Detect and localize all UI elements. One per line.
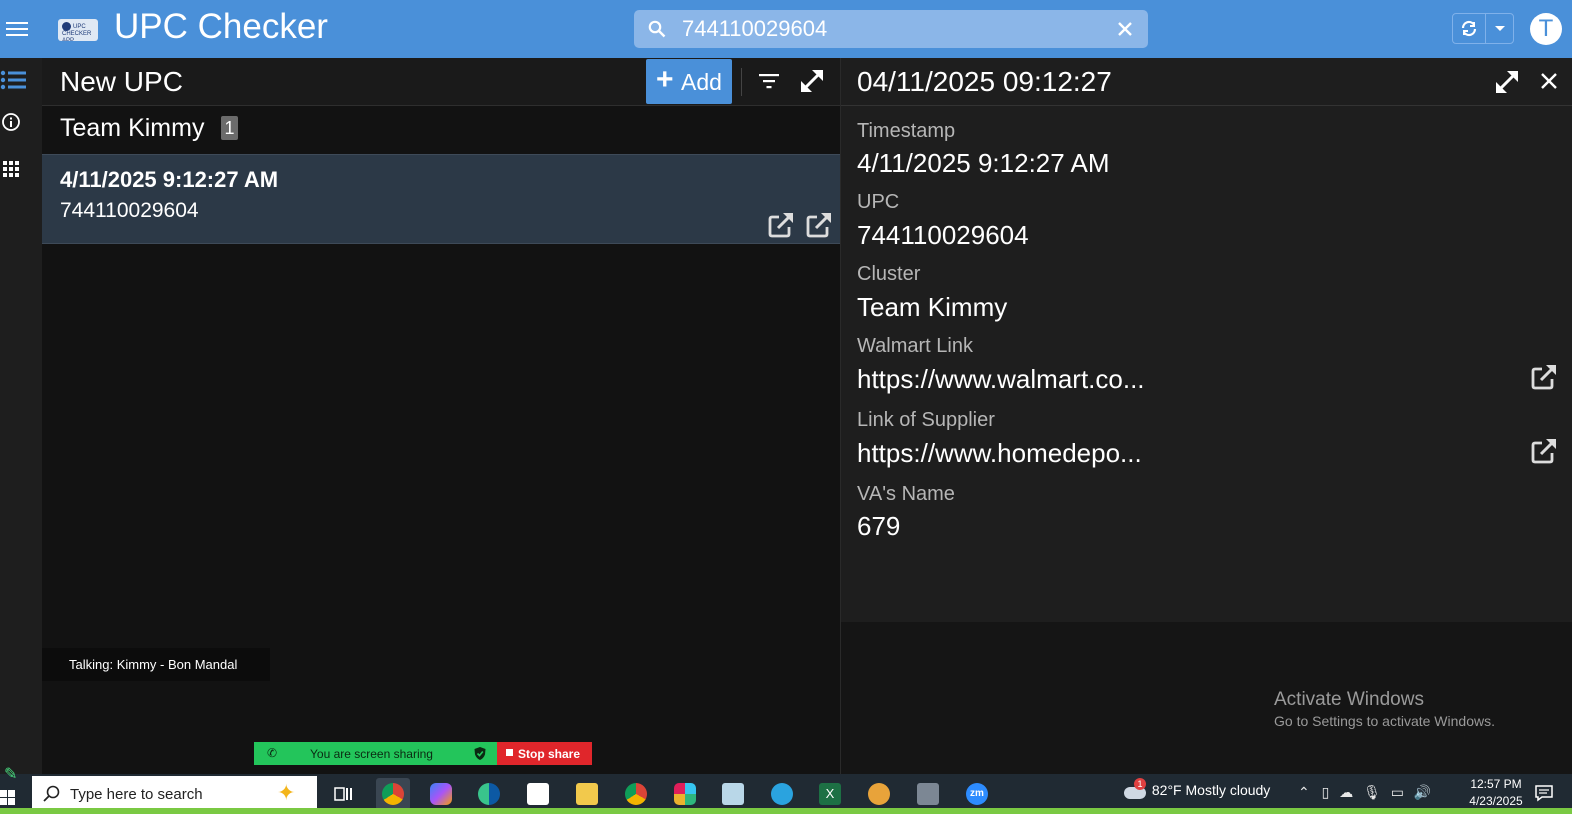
- network-icon[interactable]: ▭: [1391, 784, 1404, 800]
- search-icon: [43, 785, 60, 802]
- sharing-text: You are screen sharing: [310, 747, 433, 761]
- excel-icon[interactable]: X: [813, 778, 847, 810]
- activate-windows-watermark: Activate Windows Go to Settings to activ…: [1274, 689, 1495, 729]
- search-box[interactable]: [634, 10, 1148, 48]
- calculator-icon[interactable]: [911, 778, 945, 810]
- timestamp-value: 4/11/2025 9:12:27 AM: [857, 148, 1110, 178]
- clear-search-icon[interactable]: [1116, 20, 1134, 38]
- filter-icon[interactable]: [758, 70, 780, 92]
- file-explorer-icon[interactable]: [570, 778, 604, 810]
- search-input[interactable]: [682, 15, 1102, 43]
- volume-icon[interactable]: 🔊: [1414, 784, 1431, 800]
- shield-icon: [474, 747, 486, 760]
- app-logo: UPC CHECKER APP: [58, 19, 98, 41]
- talking-indicator: Talking: Kimmy - Bon Mandal: [42, 648, 270, 681]
- watermark-line1: Activate Windows: [1274, 689, 1424, 710]
- sparkle-icon: ✦: [277, 780, 296, 805]
- system-tray[interactable]: ⌃ ▯ ☁ 🎙 ▭ 🔊: [1298, 784, 1431, 801]
- taskbar-search-text: Type here to search: [70, 786, 203, 803]
- slack-icon[interactable]: [668, 778, 702, 810]
- clock-time: 12:57 PM: [1470, 777, 1522, 791]
- copilot-icon[interactable]: [424, 778, 458, 810]
- external-link-icon[interactable]: [1529, 436, 1559, 466]
- expand-icon[interactable]: [798, 67, 826, 95]
- add-button[interactable]: + Add: [646, 59, 732, 104]
- taskbar-search[interactable]: Type here to search ✦: [32, 776, 317, 810]
- expand-icon[interactable]: [1493, 68, 1521, 96]
- apps-grid-icon[interactable]: [2, 158, 22, 178]
- weather-cloud-icon: 1: [1122, 778, 1148, 800]
- weather-text: 82°F Mostly cloudy: [1151, 782, 1271, 798]
- user-avatar[interactable]: T: [1530, 13, 1562, 45]
- edge-icon[interactable]: [472, 778, 506, 810]
- app-title: UPC Checker: [114, 7, 328, 46]
- cluster-value: Team Kimmy: [857, 292, 1008, 322]
- screen-share-bar: ✆ You are screen sharing Stop share: [254, 742, 592, 765]
- add-button-label: Add: [681, 69, 722, 95]
- store-icon[interactable]: [521, 778, 555, 810]
- plus-icon: +: [656, 63, 674, 96]
- microphone-icon[interactable]: 🎙: [1363, 784, 1381, 800]
- walmart-link-value[interactable]: https://www.walmart.co...: [857, 364, 1145, 395]
- chrome-profile-icon[interactable]: [619, 778, 653, 810]
- stop-icon: [506, 749, 513, 756]
- detail-header: 04/11/2025 09:12:27: [841, 58, 1572, 106]
- menu-icon[interactable]: [6, 18, 28, 40]
- weather-widget[interactable]: 1 82°F Mostly cloudy: [1122, 778, 1271, 800]
- taskbar-accent-strip: [0, 808, 1572, 814]
- stop-share-button[interactable]: Stop share: [497, 742, 592, 765]
- phone-icon: ✆: [267, 746, 278, 760]
- external-link-icon[interactable]: [766, 210, 796, 240]
- sharing-status: ✆ You are screen sharing: [254, 742, 497, 765]
- sync-icon[interactable]: [1453, 14, 1485, 43]
- stop-share-label: Stop share: [518, 747, 581, 761]
- timestamp-label: Timestamp: [857, 120, 956, 142]
- notes-icon[interactable]: [716, 778, 750, 810]
- group-title: Team Kimmy: [60, 114, 205, 142]
- app-header: UPC CHECKER APP UPC Checker T: [0, 0, 1572, 58]
- chevron-up-icon[interactable]: ⌃: [1298, 784, 1310, 800]
- group-header[interactable]: Team Kimmy 1: [42, 106, 840, 154]
- windows-start-icon[interactable]: [0, 780, 20, 808]
- va-name-value: 679: [857, 511, 901, 541]
- external-link-icon[interactable]: [1529, 362, 1559, 392]
- external-link-icon[interactable]: [804, 210, 834, 240]
- supplier-link-label: Link of Supplier: [857, 409, 995, 431]
- row-upc: 744110029604: [60, 199, 199, 222]
- notification-icon[interactable]: [1534, 783, 1554, 803]
- chevron-down-icon[interactable]: [1486, 14, 1514, 43]
- close-icon[interactable]: [1539, 71, 1559, 91]
- list-item[interactable]: 4/11/2025 9:12:27 AM 744110029604: [42, 154, 840, 244]
- info-icon[interactable]: [0, 110, 24, 134]
- game-icon[interactable]: [862, 778, 896, 810]
- group-count-badge: 1: [221, 116, 238, 140]
- detail-panel: 04/11/2025 09:12:27 Timestamp 4/11/2025 …: [841, 58, 1572, 622]
- sync-control: [1452, 13, 1514, 44]
- list-title: New UPC: [60, 66, 183, 97]
- meet-icon[interactable]: ▯: [1322, 784, 1330, 800]
- nav-rail: [0, 58, 42, 774]
- zoom-icon[interactable]: zm: [960, 778, 994, 810]
- cloud-icon[interactable]: ☁: [1339, 784, 1353, 800]
- search-icon: [648, 20, 666, 38]
- cluster-label: Cluster: [857, 263, 921, 285]
- watermark-line2: Go to Settings to activate Windows.: [1274, 713, 1495, 729]
- walmart-link-label: Walmart Link: [857, 335, 973, 357]
- supplier-link-value[interactable]: https://www.homedepo...: [857, 438, 1142, 469]
- chrome-icon[interactable]: [376, 778, 410, 810]
- task-view-icon[interactable]: [326, 778, 360, 810]
- list-header: New UPC + Add: [42, 58, 840, 106]
- upc-list-panel: New UPC + Add Team Kimmy 1 4/11/2025 9:1…: [42, 58, 840, 774]
- va-name-label: VA's Name: [857, 483, 955, 505]
- upc-value: 744110029604: [857, 220, 1029, 250]
- upc-label: UPC: [857, 191, 900, 213]
- detail-title: 04/11/2025 09:12:27: [857, 66, 1112, 97]
- clock[interactable]: 12:57 PM 4/23/2025: [1464, 776, 1528, 810]
- row-timestamp: 4/11/2025 9:12:27 AM: [60, 167, 279, 192]
- telegram-icon[interactable]: [765, 778, 799, 810]
- list-view-icon[interactable]: [0, 62, 28, 94]
